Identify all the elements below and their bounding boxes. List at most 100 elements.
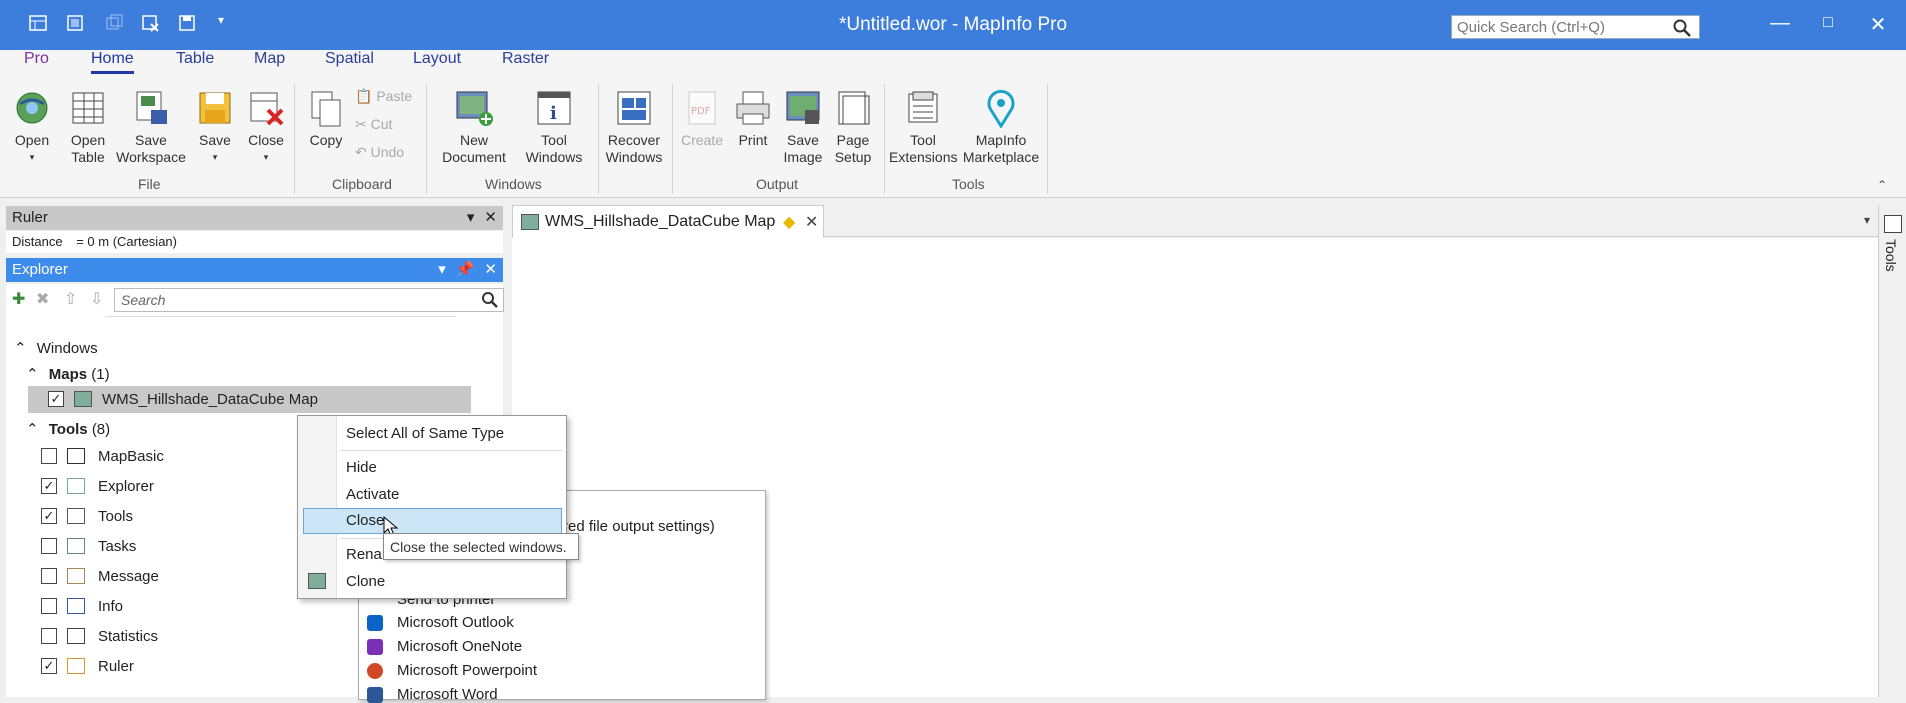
recover-windows-icon <box>614 88 654 128</box>
document-tab[interactable]: WMS_Hillshade_DataCube Map ◆ ✕ <box>512 205 824 238</box>
tool-windows-button[interactable]: i Tool Windows <box>518 88 590 166</box>
panel-menu-icon[interactable]: ▾ <box>467 209 475 226</box>
ribbon-separator <box>294 84 295 194</box>
ribbon-tab-bar: Pro Home Table Map Spatial Layout Raster <box>0 50 1906 78</box>
print-button[interactable]: Print <box>731 88 775 149</box>
move-up-icon[interactable]: ⇧ <box>64 289 77 309</box>
tab-table[interactable]: Table <box>176 50 214 71</box>
word-item[interactable]: Microsoft Word <box>397 686 498 703</box>
tool-extensions-button[interactable]: Tool Extensions <box>888 88 958 166</box>
paste-button[interactable]: 📋 Paste <box>355 88 412 105</box>
map-window-row[interactable]: ✓ WMS_Hillshade_DataCube Map <box>28 386 471 413</box>
close-item[interactable]: Close <box>346 512 384 529</box>
explorer-search-input[interactable]: Search <box>114 288 504 312</box>
tab-map[interactable]: Map <box>254 50 285 71</box>
tool-icon <box>67 448 85 464</box>
tool-label: Ruler <box>98 658 134 675</box>
rename-item[interactable]: Renar <box>346 546 387 563</box>
cut-button[interactable]: ✂ Cut <box>355 116 392 133</box>
tool-label: Statistics <box>98 628 159 645</box>
chevron-up-icon: ⌃ <box>26 366 39 383</box>
tab-home[interactable]: Home <box>91 50 134 74</box>
save-workspace-button[interactable]: Save Workspace <box>113 88 189 166</box>
quick-search-input[interactable]: Quick Search (Ctrl+Q) <box>1451 15 1700 39</box>
close-icon[interactable]: ✕ <box>484 261 497 278</box>
cut-icon: ✂ <box>355 116 367 132</box>
tool-checkbox[interactable] <box>41 538 57 554</box>
tool-checkbox[interactable] <box>41 628 57 644</box>
tab-spatial[interactable]: Spatial <box>325 50 374 71</box>
tool-checkbox[interactable]: ✓ <box>41 658 57 674</box>
tool-label: Tools <box>98 508 134 525</box>
outlook-item[interactable]: Microsoft Outlook <box>397 614 514 631</box>
tools-panel-icon[interactable] <box>1884 215 1902 233</box>
print-label: Print <box>738 132 768 148</box>
save-button[interactable]: Save ▾ <box>193 88 237 166</box>
new-document-button[interactable]: New Document <box>433 88 515 166</box>
tool-extensions-icon <box>903 88 943 128</box>
map-window-label: WMS_Hillshade_DataCube Map <box>102 391 318 408</box>
page-setup-button[interactable]: Page Setup <box>830 88 876 166</box>
undo-label: Undo <box>370 144 405 160</box>
map-window-icon <box>521 214 539 230</box>
pdf-icon: PDF <box>682 88 722 128</box>
close-item-highlight <box>303 508 562 534</box>
minimize-button[interactable]: — <box>1765 12 1795 35</box>
tool-checkbox[interactable]: ✓ <box>41 478 57 494</box>
copy-button[interactable]: Copy <box>304 88 348 149</box>
tab-raster[interactable]: Raster <box>502 50 549 71</box>
tool-extensions-label: Tool Extensions <box>889 132 958 165</box>
close-icon[interactable]: ✕ <box>484 209 497 226</box>
panel-menu-icon[interactable]: ▾ <box>438 261 446 278</box>
tool-label: Message <box>98 568 159 585</box>
close-app-button[interactable]: ✕ <box>1863 12 1893 37</box>
move-down-icon[interactable]: ⇩ <box>90 289 103 309</box>
group-label-file: File <box>138 176 161 192</box>
paste-label: Paste <box>376 88 413 104</box>
close-button[interactable]: Close ▾ <box>242 88 290 166</box>
save-image-icon <box>783 88 823 128</box>
maps-count: (1) <box>91 366 110 383</box>
save-image-button[interactable]: Save Image <box>779 88 827 166</box>
undo-button[interactable]: ↶ Undo <box>355 144 404 161</box>
pin-icon[interactable]: 📌 <box>456 261 475 278</box>
tab-list-chevron-icon[interactable]: ▾ <box>1864 213 1870 227</box>
tool-checkbox[interactable]: ✓ <box>41 508 57 524</box>
powerpoint-item[interactable]: Microsoft Powerpoint <box>397 662 537 679</box>
onenote-icon <box>367 639 383 655</box>
select-all-same-type-item[interactable]: Select All of Same Type <box>346 425 504 442</box>
divider <box>106 316 456 320</box>
new-document-label: New Document <box>442 132 506 165</box>
maps-group[interactable]: ⌃ Maps (1) <box>26 365 110 383</box>
collapse-ribbon-icon[interactable]: ⌃ <box>1877 178 1887 192</box>
document-tab-title: WMS_Hillshade_DataCube Map <box>545 213 776 230</box>
add-icon[interactable]: ✚ <box>12 289 25 309</box>
tab-layout[interactable]: Layout <box>413 50 461 71</box>
map-checkbox[interactable]: ✓ <box>48 391 64 407</box>
tool-checkbox[interactable] <box>41 568 57 584</box>
save-label: Save <box>199 132 231 148</box>
windows-section[interactable]: ⌃ Windows <box>14 339 98 357</box>
maximize-button[interactable]: □ <box>1813 14 1843 32</box>
tool-checkbox[interactable] <box>41 448 57 464</box>
close-icon[interactable]: ✕ <box>805 212 818 232</box>
hide-item[interactable]: Hide <box>346 459 377 476</box>
tab-pro[interactable]: Pro <box>24 50 49 71</box>
tools-group[interactable]: ⌃ Tools (8) <box>26 420 110 438</box>
save-floppy-icon <box>195 88 235 128</box>
mapinfo-marketplace-button[interactable]: MapInfo Marketplace <box>960 88 1042 166</box>
create-pdf-button[interactable]: PDF Create <box>680 88 724 149</box>
clone-item[interactable]: Clone <box>346 573 385 590</box>
open-button[interactable]: Open ▾ <box>8 88 56 166</box>
recover-windows-button[interactable]: Recover Windows <box>603 88 665 166</box>
recover-windows-label: Recover Windows <box>605 132 663 165</box>
submenu-item-partial[interactable]: red file output settings) <box>563 518 715 535</box>
tooltip-text: Close the selected windows. <box>390 539 567 555</box>
tool-checkbox[interactable] <box>41 598 57 614</box>
title-bar: ▾ *Untitled.wor - MapInfo Pro Quick Sear… <box>0 0 1906 50</box>
remove-icon[interactable]: ✖ <box>36 289 49 309</box>
onenote-item[interactable]: Microsoft OneNote <box>397 638 522 655</box>
activate-item[interactable]: Activate <box>346 486 399 503</box>
open-table-button[interactable]: Open Table <box>64 88 112 166</box>
tools-strip-label[interactable]: Tools <box>1883 239 1899 272</box>
